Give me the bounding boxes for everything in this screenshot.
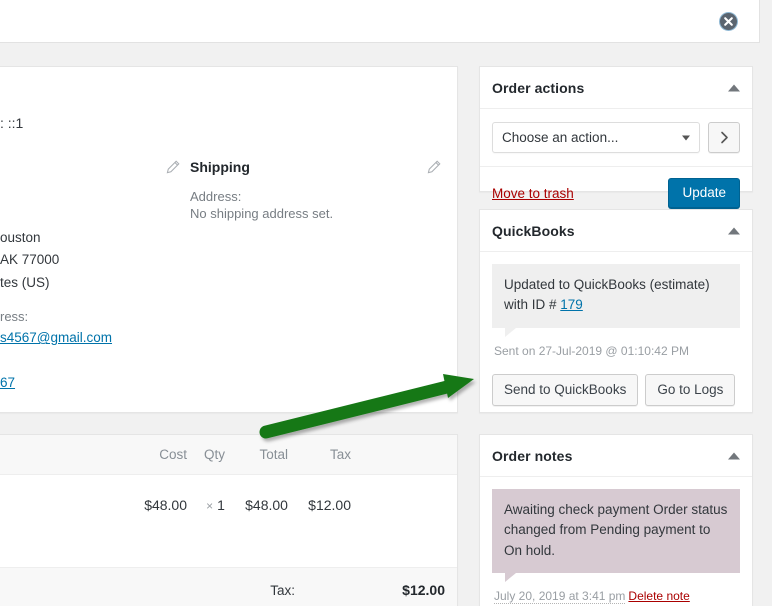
pencil-icon[interactable]: [427, 160, 441, 174]
column-header-tax: Tax: [293, 435, 357, 475]
send-to-quickbooks-button[interactable]: Send to QuickBooks: [492, 373, 639, 406]
billing-details-clipped: ouston AK 77000 tes (US) ress: s4567@gma…: [0, 227, 112, 394]
item-name-cell: [0, 474, 130, 568]
quickbooks-note-meta: Sent on 27-Jul-2019 @ 01:10:42 PM: [494, 343, 689, 358]
close-x-glyph: [724, 17, 733, 26]
order-data-panel: : ::1 Shipping Address: No shipping addr…: [0, 66, 458, 413]
top-bar: [0, 0, 760, 43]
order-items-table: Cost Qty Total Tax $48.00 × 1 $48.00 $12.…: [0, 435, 457, 568]
quickbooks-header[interactable]: QuickBooks: [480, 210, 752, 252]
quickbooks-note-text: Updated to QuickBooks (estimate) with ID…: [504, 277, 710, 313]
quickbooks-title: QuickBooks: [492, 222, 575, 239]
pencil-icon[interactable]: [166, 160, 180, 174]
chevron-up-icon[interactable]: [728, 227, 740, 234]
multiply-glyph: ×: [206, 499, 214, 513]
order-notes-header[interactable]: Order notes: [480, 435, 752, 477]
billing-email-label: ress:: [0, 308, 29, 324]
delete-note-link[interactable]: Delete note: [628, 589, 689, 603]
order-meta-ip: : ::1: [0, 115, 23, 131]
order-actions-panel: Order actions Choose an action... Move t…: [479, 66, 753, 208]
order-note-item: Awaiting check payment Order status chan…: [492, 489, 740, 582]
table-header-row: Cost Qty Total Tax: [0, 435, 457, 475]
order-action-selected-value: Choose an action...: [502, 130, 619, 145]
shipping-column: Shipping Address: No shipping address se…: [166, 159, 441, 221]
item-qty-cell: × 1: [193, 474, 231, 568]
item-qty-value: 1: [217, 497, 225, 513]
order-note-text: Awaiting check payment Order status chan…: [504, 502, 728, 558]
quickbooks-button-row: Send to QuickBooks Go to Logs: [492, 358, 740, 406]
billing-phone-link[interactable]: 67: [0, 375, 15, 390]
order-actions-select-row: Choose an action...: [480, 109, 752, 166]
quickbooks-body: Updated to QuickBooks (estimate) with ID…: [480, 252, 752, 418]
chevron-up-icon[interactable]: [728, 452, 740, 459]
chevron-up-icon[interactable]: [728, 84, 740, 91]
item-actions-cell: [357, 474, 457, 568]
item-tax-cell: $12.00: [293, 474, 357, 568]
billing-city-line: ouston: [0, 230, 41, 245]
column-header-total: Total: [230, 435, 294, 475]
order-meta-text: : ::1: [0, 115, 24, 131]
order-notes-title: Order notes: [492, 447, 573, 464]
table-head: Cost Qty Total Tax: [0, 435, 457, 475]
apply-action-button[interactable]: [708, 122, 740, 153]
order-action-select[interactable]: Choose an action...: [492, 122, 700, 153]
tax-total-label: Tax:: [270, 582, 295, 598]
shipping-heading: Shipping: [190, 159, 250, 175]
order-note-meta: July 20, 2019 at 3:41 pm Delete note: [492, 573, 740, 604]
screen-root: : ::1 Shipping Address: No shipping addr…: [0, 0, 772, 606]
order-actions-header[interactable]: Order actions: [480, 67, 752, 109]
column-header-cost: Cost: [130, 435, 194, 475]
item-total-cell: $48.00: [230, 474, 294, 568]
order-note-date[interactable]: July 20, 2019 at 3:41 pm: [494, 588, 626, 604]
column-header-qty: Qty: [193, 435, 231, 475]
move-to-trash-link[interactable]: Move to trash: [492, 186, 574, 201]
order-notes-panel: Order notes Awaiting check payment Order…: [479, 434, 753, 606]
billing-email-link[interactable]: s4567@gmail.com: [0, 330, 112, 345]
order-totals-row: Tax: $12.00: [0, 568, 457, 606]
order-notes-body: Awaiting check payment Order status chan…: [480, 477, 752, 606]
order-actions-title: Order actions: [492, 79, 585, 96]
billing-country-line: tes (US): [0, 274, 50, 290]
column-header-actions: [357, 435, 457, 475]
shipping-address-value: No shipping address set.: [190, 206, 334, 221]
shipping-address-label: Address:: [190, 189, 242, 204]
go-to-logs-button[interactable]: Go to Logs: [645, 373, 736, 406]
item-name-header: [0, 435, 130, 475]
table-body: $48.00 × 1 $48.00 $12.00: [0, 474, 457, 568]
chevron-right-icon: [720, 131, 728, 144]
item-cost-cell: $48.00: [130, 474, 194, 568]
quickbooks-status-note: Updated to QuickBooks (estimate) with ID…: [492, 264, 740, 336]
quickbooks-panel: QuickBooks Updated to QuickBooks (estima…: [479, 209, 753, 413]
quickbooks-estimate-id-link[interactable]: 179: [560, 297, 583, 312]
close-circle-icon[interactable]: [720, 13, 737, 30]
table-row: $48.00 × 1 $48.00 $12.00: [0, 474, 457, 568]
caret-down-icon: [682, 135, 690, 140]
billing-state-zip-line: AK 77000: [0, 252, 60, 268]
update-button[interactable]: Update: [668, 178, 740, 208]
tax-total-value: $12.00: [402, 582, 445, 598]
order-items-panel: Cost Qty Total Tax $48.00 × 1 $48.00 $12.…: [0, 434, 458, 606]
